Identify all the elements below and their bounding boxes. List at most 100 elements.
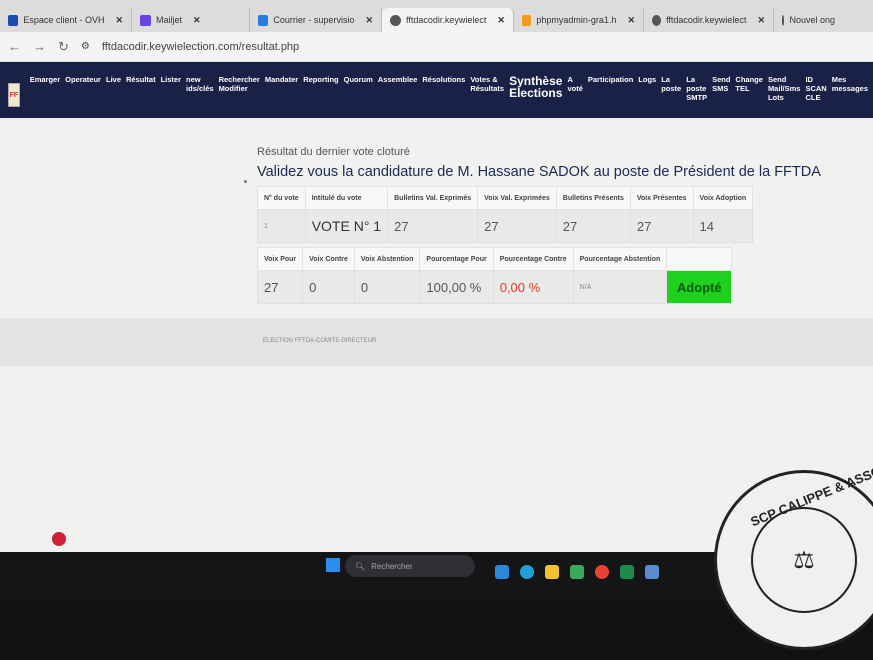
tab-label: fftdacodir.keywielect bbox=[406, 15, 487, 25]
tab-new[interactable]: Nouvel ong bbox=[774, 8, 843, 32]
globe-icon bbox=[782, 14, 785, 26]
site-menu: FF Emarger Operateur Live Résultat Lister new… bbox=[0, 62, 873, 118]
menu-item[interactable]: Emarger bbox=[30, 75, 60, 84]
tab-label: Mailjet bbox=[156, 15, 183, 25]
bullet-dot bbox=[244, 180, 247, 183]
mailjet-icon bbox=[140, 14, 151, 26]
cell-valid-ballots: 27 bbox=[387, 209, 479, 243]
menu-item[interactable]: Assemblee bbox=[378, 75, 418, 84]
cell-vote-title: VOTE N° 1 bbox=[304, 209, 389, 243]
header-valid-ballots: Bulletins Val. Exprimés bbox=[387, 186, 479, 210]
menu-item[interactable]: ID SCAN CLE bbox=[805, 75, 826, 102]
cell-percent-for: 100,00 % bbox=[419, 270, 494, 304]
cell-valid-votes: 27 bbox=[477, 209, 557, 243]
close-icon[interactable]: ✕ bbox=[193, 15, 201, 26]
phpmyadmin-icon bbox=[522, 14, 532, 26]
header-percent-against: Pourcentage Contre bbox=[492, 247, 574, 271]
header-percent-for: Pourcentage Pour bbox=[419, 247, 494, 271]
menu-item[interactable]: La poste SMTP bbox=[686, 75, 707, 102]
menu-item[interactable]: Résolutions bbox=[422, 75, 465, 84]
fftda-logo-icon[interactable]: FF bbox=[8, 83, 20, 107]
header-vote-title: Intitulé du vote bbox=[304, 186, 389, 210]
header-valid-votes: Voix Val. Exprimées bbox=[477, 186, 557, 210]
close-icon[interactable]: ✕ bbox=[497, 15, 505, 26]
tab-phpmyadmin[interactable]: phpmyadmin-gra1.h ✕ bbox=[514, 8, 644, 32]
menu-item[interactable]: Send Mail/Sms Lots bbox=[768, 75, 801, 102]
edge-icon[interactable] bbox=[520, 565, 534, 579]
table-header-row: N° du vote Intitulé du vote Bulletins Va… bbox=[257, 186, 754, 210]
menu-item[interactable]: Change TEL bbox=[735, 75, 763, 93]
tab-label: fftdacodir.keywielect bbox=[666, 15, 747, 25]
menu-item[interactable]: Votes & Résultats bbox=[470, 75, 504, 93]
cell-vote-number: 1 bbox=[257, 209, 306, 243]
search-placeholder: Rechercher bbox=[371, 561, 413, 571]
cell-adoption-votes: 14 bbox=[692, 209, 754, 243]
header-adoption-votes: Voix Adoption bbox=[692, 186, 754, 210]
globe-icon bbox=[390, 14, 401, 26]
site-info-icon[interactable]: ⚙ bbox=[81, 41, 90, 52]
menu-item[interactable]: Rechercher Modifier bbox=[219, 75, 260, 93]
url-field[interactable]: fftdacodir.keywielection.com/resultat.ph… bbox=[102, 41, 299, 53]
menu-item[interactable]: new ids/clés bbox=[186, 75, 214, 93]
close-icon[interactable]: ✕ bbox=[115, 15, 123, 26]
vote-summary-table: N° du vote Intitulé du vote Bulletins Va… bbox=[257, 186, 754, 243]
menu-item[interactable]: La poste bbox=[661, 75, 681, 93]
excel-icon[interactable] bbox=[620, 565, 634, 579]
menu-item[interactable]: Live bbox=[106, 75, 121, 84]
reload-icon[interactable]: ↻ bbox=[58, 39, 69, 55]
footer-text: ELECTION FFTDA-COMITE-DIRECTEUR bbox=[263, 338, 377, 344]
header-votes-abstention: Voix Abstention bbox=[353, 247, 421, 271]
alert-icon bbox=[52, 532, 66, 546]
status-badge: Adopté bbox=[666, 270, 733, 304]
menu-item[interactable]: Logs bbox=[638, 75, 656, 84]
tab-label: Courrier - supervisio bbox=[273, 15, 355, 25]
cell-votes-abstention: 0 bbox=[353, 270, 421, 304]
header-percent-abstention: Pourcentage Abstention bbox=[572, 247, 668, 271]
vote-breakdown-table: Voix Pour Voix Contre Voix Abstention Po… bbox=[256, 247, 733, 304]
menu-item[interactable]: Send SMS bbox=[712, 75, 730, 93]
teams-icon[interactable] bbox=[495, 565, 509, 579]
menu-item[interactable]: A voté bbox=[567, 75, 582, 93]
chrome-icon[interactable] bbox=[595, 565, 609, 579]
cell-votes-present: 27 bbox=[629, 209, 694, 243]
menu-item[interactable]: Résultat bbox=[126, 75, 156, 84]
address-bar: ← → ↻ ⚙ fftdacodir.keywielection.com/res… bbox=[0, 32, 873, 62]
menu-item[interactable]: Operateur bbox=[65, 75, 101, 84]
tab-mailjet[interactable]: Mailjet ✕ bbox=[132, 8, 250, 32]
menu-item[interactable]: Mandater bbox=[265, 75, 298, 84]
tab-label: phpmyadmin-gra1.h bbox=[536, 15, 617, 25]
stamp-seal-icon: ⚖ bbox=[751, 507, 857, 613]
globe-icon bbox=[652, 14, 662, 26]
tab-courrier[interactable]: Courrier - supervisio ✕ bbox=[250, 8, 382, 32]
table-row: 1 VOTE N° 1 27 27 27 27 14 bbox=[257, 209, 754, 243]
windows-start-icon[interactable] bbox=[326, 558, 340, 572]
file-explorer-icon[interactable] bbox=[545, 565, 559, 579]
tab-fftdacodir-active[interactable]: fftdacodir.keywielect ✕ bbox=[382, 8, 514, 32]
taskbar-search[interactable]: 🔍︎ Rechercher bbox=[345, 555, 475, 577]
tab-fftdacodir-2[interactable]: fftdacodir.keywielect ✕ bbox=[644, 8, 774, 32]
search-icon: 🔍︎ bbox=[355, 561, 366, 571]
store-icon[interactable] bbox=[570, 565, 584, 579]
alert-subtitle: Guerre à Gaza : L... bbox=[72, 540, 134, 547]
cell-ballots-present: 27 bbox=[555, 209, 631, 243]
close-icon[interactable]: ✕ bbox=[627, 15, 635, 26]
menu-item[interactable]: Synthèse Elections bbox=[509, 75, 562, 99]
tab-ovh[interactable]: Espace client - OVH ✕ bbox=[0, 8, 132, 32]
cell-votes-for: 27 bbox=[256, 270, 304, 304]
back-icon[interactable]: ← bbox=[8, 39, 21, 54]
menu-item[interactable]: Participation bbox=[588, 75, 633, 84]
menu-item[interactable]: Lister bbox=[161, 75, 181, 84]
tab-label: Espace client - OVH bbox=[23, 15, 105, 25]
last-vote-title: Résultat du dernier vote cloturé bbox=[257, 146, 410, 158]
close-icon[interactable]: ✕ bbox=[757, 15, 765, 26]
header-votes-against: Voix Contre bbox=[302, 247, 355, 271]
header-vote-number: N° du vote bbox=[257, 186, 306, 210]
menu-item[interactable]: Quorum bbox=[344, 75, 373, 84]
news-alert[interactable]: ALERTE INFO Guerre à Gaza : L... bbox=[52, 530, 134, 548]
menu-item[interactable]: Reporting bbox=[303, 75, 338, 84]
close-icon[interactable]: ✕ bbox=[365, 15, 373, 26]
menu-item[interactable]: Mes messages bbox=[832, 75, 868, 93]
forward-icon[interactable]: → bbox=[33, 39, 46, 54]
alert-text: ALERTE INFO Guerre à Gaza : L... bbox=[72, 530, 134, 548]
app-icon[interactable] bbox=[645, 565, 659, 579]
